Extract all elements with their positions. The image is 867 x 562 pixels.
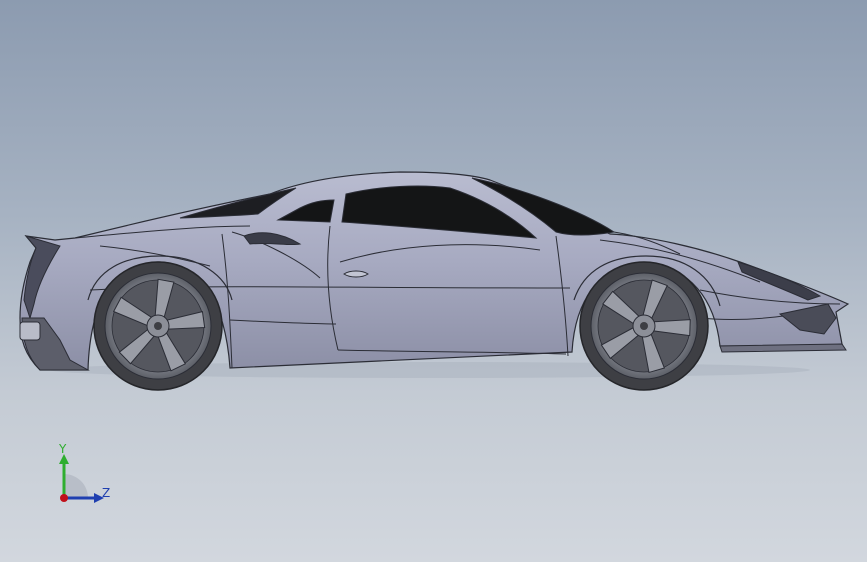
door-handle[interactable] — [343, 270, 369, 278]
rear-wheel[interactable] — [93, 261, 223, 391]
exhaust — [19, 321, 41, 341]
triad-graphic — [59, 454, 104, 503]
y-axis-label: Y — [59, 442, 67, 456]
car-model[interactable] — [0, 0, 867, 562]
front-splitter — [719, 343, 847, 353]
view-triad[interactable]: Y Z — [40, 440, 130, 520]
front-wheel[interactable] — [579, 261, 709, 391]
graphics-viewport[interactable]: Y Z — [0, 0, 867, 562]
z-axis-label: Z — [102, 486, 111, 500]
